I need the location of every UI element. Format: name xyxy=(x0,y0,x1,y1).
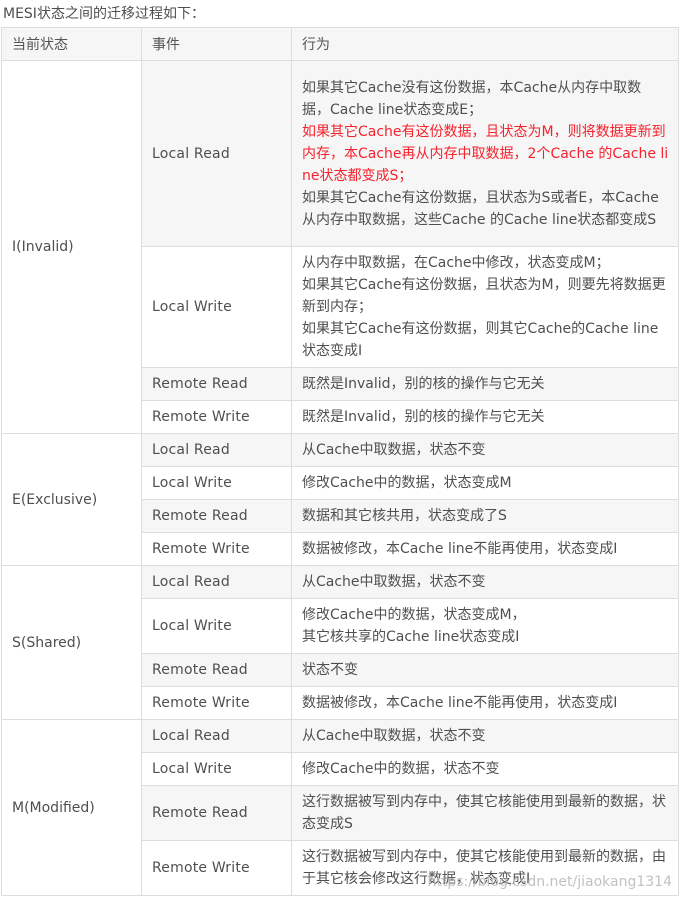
event-cell: Local Write xyxy=(141,466,292,500)
action-cell: 既然是Invalid，别的核的操作与它无关 xyxy=(291,400,679,434)
action-line: 既然是Invalid，别的核的操作与它无关 xyxy=(302,376,545,392)
action-cell: 这行数据被写到内存中，使其它核能使用到最新的数据，状态变成S xyxy=(291,785,679,841)
action-line: 修改Cache中的数据，状态不变 xyxy=(302,761,500,777)
event-cell: Local Write xyxy=(141,246,292,368)
event-cell: Remote Read xyxy=(141,367,292,401)
event-cell: Local Read xyxy=(141,719,292,753)
action-line: 修改Cache中的数据，状态变成M xyxy=(302,475,512,491)
action-line: 修改Cache中的数据，状态变成M， xyxy=(302,607,526,623)
action-line: 这行数据被写到内存中，使其它核能使用到最新的数据，状态变成S xyxy=(302,794,666,832)
action-cell: 既然是Invalid，别的核的操作与它无关 xyxy=(291,367,679,401)
action-line: 其它核共享的Cache line状态变成I xyxy=(302,629,520,645)
action-cell: 数据被修改，本Cache line不能再使用，状态变成I xyxy=(291,532,679,566)
header-event: 事件 xyxy=(141,27,292,61)
state-cell: E(Exclusive) xyxy=(1,433,142,566)
action-cell: 数据和其它核共用，状态变成了S xyxy=(291,499,679,533)
action-line: 数据被修改，本Cache line不能再使用，状态变成I xyxy=(302,541,618,557)
action-line: 状态不变 xyxy=(302,662,358,678)
table-row: E(Exclusive) Local Read 从Cache中取数据，状态不变 xyxy=(1,433,679,566)
action-cell: 数据被修改，本Cache line不能再使用，状态变成I xyxy=(291,686,679,720)
action-cell: 从Cache中取数据，状态不变 xyxy=(291,719,679,753)
table-caption: MESI状态之间的迁移过程如下： xyxy=(3,6,205,22)
action-cell: 修改Cache中的数据，状态变成M， 其它核共享的Cache line状态变成I xyxy=(291,598,679,654)
header-action: 行为 xyxy=(291,27,679,61)
action-line: 如果其它Cache有这份数据，且状态为M，则要先将数据更新到内存； xyxy=(302,277,666,315)
state-cell: I(Invalid) xyxy=(1,60,142,434)
action-line: 数据被修改，本Cache line不能再使用，状态变成I xyxy=(302,695,618,711)
event-cell: Local Read xyxy=(141,60,292,247)
event-cell: Remote Write xyxy=(141,532,292,566)
action-line: 从Cache中取数据，状态不变 xyxy=(302,574,486,590)
action-cell: 从Cache中取数据，状态不变 xyxy=(291,565,679,599)
event-cell: Remote Read xyxy=(141,785,292,841)
action-cell: 如果其它Cache没有这份数据，本Cache从内存中取数据，Cache line… xyxy=(291,60,679,247)
table-row: S(Shared) Local Read 从Cache中取数据，状态不变 xyxy=(1,565,679,720)
action-cell: 从内存中取数据，在Cache中修改，状态变成M； 如果其它Cache有这份数据，且… xyxy=(291,246,679,368)
event-cell: Local Read xyxy=(141,433,292,467)
event-cell: Remote Read xyxy=(141,653,292,687)
action-line: 从Cache中取数据，状态不变 xyxy=(302,442,486,458)
state-cell: M(Modified) xyxy=(1,719,142,896)
event-cell: Local Read xyxy=(141,565,292,599)
table-row: M(Modified) Local Read 从Cache中取数据，状态不变 xyxy=(1,719,679,896)
event-cell: Remote Write xyxy=(141,400,292,434)
table-row: I(Invalid) Local Read 如果其它Cache没有这份数据，本Cac… xyxy=(1,60,679,434)
event-cell: Local Write xyxy=(141,752,292,786)
action-line: 既然是Invalid，别的核的操作与它无关 xyxy=(302,409,545,425)
header-current-state: 当前状态 xyxy=(1,27,142,61)
action-cell: 修改Cache中的数据，状态不变 xyxy=(291,752,679,786)
event-cell: Local Write xyxy=(141,598,292,654)
mesi-transition-table: 当前状态 事件 行为 I(Invalid) Local Read 如果其它Cache… xyxy=(1,27,679,896)
action-line: 数据和其它核共用，状态变成了S xyxy=(302,508,507,524)
action-line: 从Cache中取数据，状态不变 xyxy=(302,728,486,744)
watermark: https://blog.csdn.net/jiaokang1314 xyxy=(427,874,672,890)
action-line: 如果其它Cache有这份数据，且状态为M，则将数据更新到内存，本Cache再从内… xyxy=(302,123,669,184)
action-line: 从内存中取数据，在Cache中修改，状态变成M； xyxy=(302,255,610,271)
state-cell: S(Shared) xyxy=(1,565,142,720)
table-body: I(Invalid) Local Read 如果其它Cache没有这份数据，本Cac… xyxy=(1,60,679,896)
event-cell: Remote Read xyxy=(141,499,292,533)
table-header-row: 当前状态 事件 行为 xyxy=(1,27,679,61)
action-cell: 状态不变 xyxy=(291,653,679,687)
action-cell: 从Cache中取数据，状态不变 xyxy=(291,433,679,467)
action-line: 如果其它Cache有这份数据，且状态为S或者E，本Cache从内存中取数据，这些… xyxy=(302,189,659,228)
event-cell: Remote Write xyxy=(141,686,292,720)
event-cell: Remote Write xyxy=(141,840,292,896)
action-cell: 修改Cache中的数据，状态变成M xyxy=(291,466,679,500)
action-line: 如果其它Cache有这份数据，则其它Cache的Cache line状态变成I xyxy=(302,321,659,359)
action-line: 如果其它Cache没有这份数据，本Cache从内存中取数据，Cache line… xyxy=(302,79,642,118)
